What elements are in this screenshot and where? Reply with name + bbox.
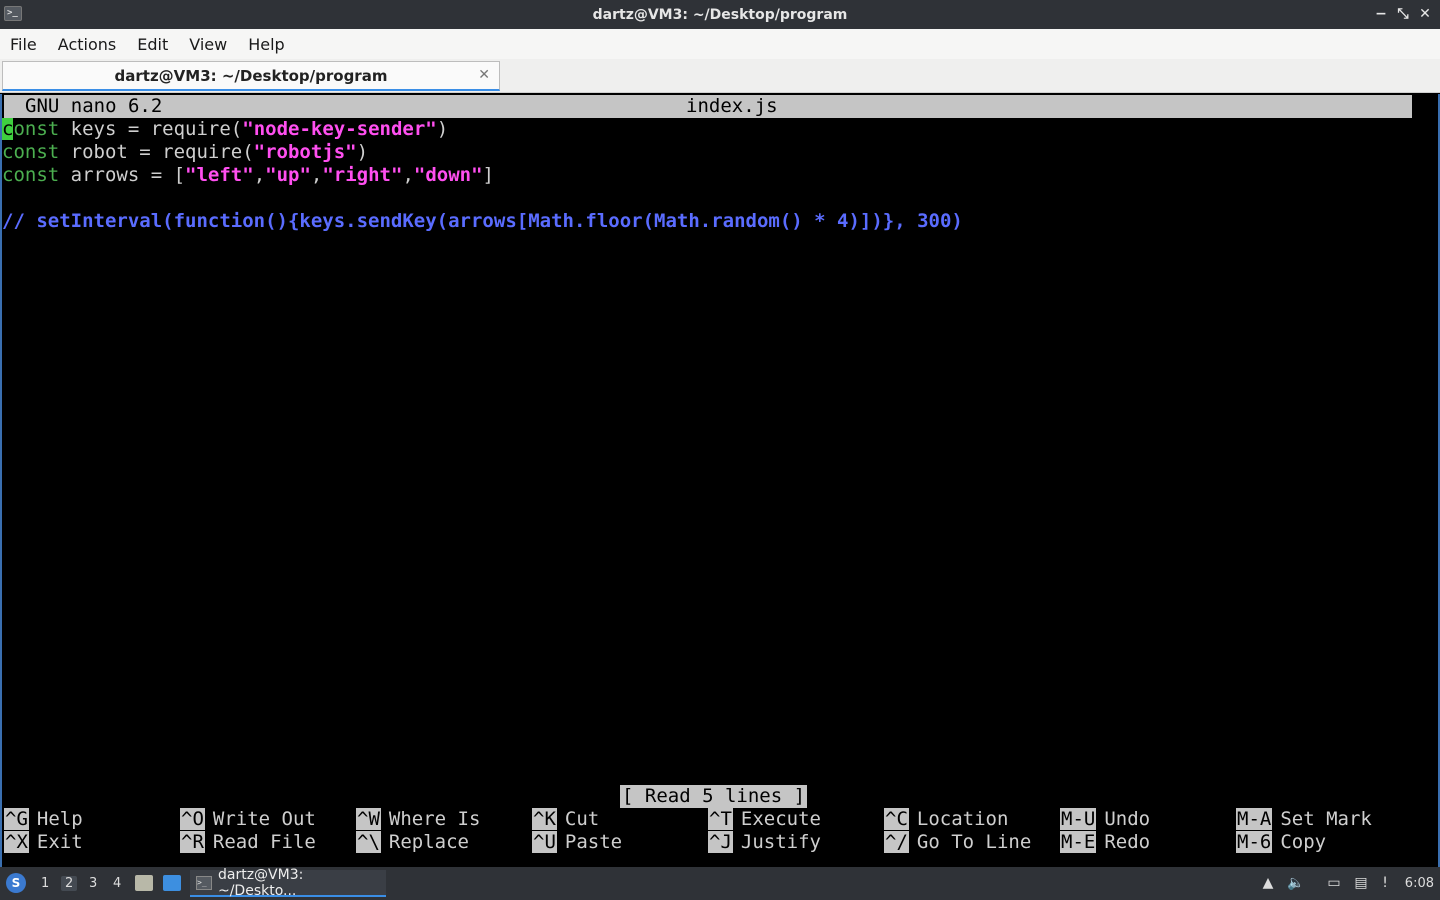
- maximize-button[interactable]: ⤡: [1396, 5, 1410, 23]
- notification-icon[interactable]: !: [1376, 875, 1394, 891]
- code-text: ): [436, 118, 449, 140]
- shortcut-execute[interactable]: ^T Execute: [708, 808, 821, 831]
- code-text: ]: [482, 164, 494, 186]
- string-literal: "down": [413, 164, 483, 186]
- menu-bar: File Actions Edit View Help: [0, 29, 1440, 59]
- nano-status-message: [ Read 5 lines ]: [620, 785, 808, 808]
- shortcut-exit[interactable]: ^X Exit: [4, 831, 83, 854]
- string-literal: "node-key-sender": [242, 118, 437, 140]
- shortcut-justify[interactable]: ^J Justify: [708, 831, 821, 854]
- window-title: dartz@VM3: ~/Desktop/program: [592, 6, 848, 23]
- terminal-icon: >_: [196, 875, 212, 890]
- string-literal: "up": [265, 164, 311, 186]
- code-line-1: const keys = require("node-key-sender"): [2, 118, 963, 141]
- shortcut-read-file[interactable]: ^R Read File: [180, 831, 316, 854]
- code-line-3: const arrows = ["left","up","right","dow…: [2, 164, 963, 187]
- keyword: const: [2, 141, 60, 163]
- menu-actions[interactable]: Actions: [58, 35, 116, 54]
- shortcut-location[interactable]: ^C Location: [884, 808, 1008, 831]
- workspace-2[interactable]: 2: [61, 876, 78, 891]
- code-text: ,: [253, 164, 266, 186]
- shortcut-help[interactable]: ^G Help: [4, 808, 83, 831]
- shortcut-write-out[interactable]: ^O Write Out: [180, 808, 316, 831]
- tray-up-arrow-icon[interactable]: ▲: [1259, 875, 1277, 891]
- task-title: dartz@VM3: ~/Deskto...: [217, 866, 304, 899]
- menu-edit[interactable]: Edit: [137, 35, 168, 54]
- text-cursor: c: [2, 118, 14, 140]
- code-text: robot = require(: [59, 141, 254, 163]
- window-controls: − ⤡ ✕: [1374, 5, 1432, 23]
- keyword: const: [2, 164, 60, 186]
- code-line-2: const robot = require("robotjs"): [2, 141, 963, 164]
- shortcut-go-to-line[interactable]: ^/Go To Line: [884, 831, 1031, 854]
- terminal-tab[interactable]: dartz@VM3: ~/Desktop/program ✕: [2, 61, 500, 91]
- editor-buffer[interactable]: const keys = require("node-key-sender") …: [2, 118, 963, 233]
- shortcut-replace[interactable]: ^\ Replace: [356, 831, 469, 854]
- terminal-app-icon: >_: [4, 6, 22, 21]
- network-icon[interactable]: ▭: [1325, 875, 1343, 891]
- menu-help[interactable]: Help: [248, 35, 284, 54]
- shortcut-where-is[interactable]: ^W Where Is: [356, 808, 480, 831]
- clock[interactable]: 6:08: [1405, 876, 1434, 891]
- nano-header: GNU nano 6.2 index.js: [4, 95, 1412, 118]
- shortcut-undo[interactable]: M-U Undo: [1060, 808, 1150, 831]
- string-literal: "robotjs": [253, 141, 357, 163]
- minimize-button[interactable]: −: [1374, 5, 1388, 23]
- keyword: onst: [13, 118, 60, 140]
- menu-file[interactable]: File: [10, 35, 37, 54]
- volume-icon[interactable]: 🔈: [1287, 875, 1305, 891]
- tab-title: dartz@VM3: ~/Desktop/program: [114, 66, 388, 85]
- close-button[interactable]: ✕: [1418, 5, 1432, 23]
- menu-view[interactable]: View: [189, 35, 227, 54]
- workspace-4[interactable]: 4: [113, 876, 121, 891]
- clipboard-icon[interactable]: ▤: [1352, 875, 1370, 891]
- workspace-1[interactable]: 1: [41, 876, 49, 891]
- window-titlebar[interactable]: >_ dartz@VM3: ~/Desktop/program − ⤡ ✕: [0, 0, 1440, 29]
- code-text: keys = require(: [59, 118, 243, 140]
- shortcut-copy[interactable]: M-6 Copy: [1236, 831, 1326, 854]
- taskbar-task-terminal[interactable]: >_ dartz@VM3: ~/Deskto...: [190, 866, 386, 899]
- terminal-view[interactable]: GNU nano 6.2 index.js const keys = requi…: [0, 94, 1440, 867]
- code-text: ,: [402, 164, 414, 186]
- show-desktop-icon[interactable]: [163, 875, 181, 891]
- string-literal: "right": [322, 164, 403, 186]
- shortcut-set-mark[interactable]: M-A Set Mark: [1236, 808, 1372, 831]
- string-literal: "left": [185, 164, 254, 186]
- nano-filename: index.js: [686, 95, 778, 117]
- tab-strip: dartz@VM3: ~/Desktop/program ✕: [0, 59, 1440, 93]
- code-text: arrows = [: [59, 164, 186, 186]
- file-manager-icon[interactable]: [135, 875, 153, 891]
- workspace-3[interactable]: 3: [89, 876, 97, 891]
- start-menu-icon[interactable]: S: [6, 873, 26, 893]
- tab-close-icon[interactable]: ✕: [478, 67, 490, 83]
- code-line-5: // setInterval(function(){keys.sendKey(a…: [2, 210, 963, 232]
- taskbar: S 1 2 3 4 >_ dartz@VM3: ~/Deskto... ▲ 🔈 …: [0, 867, 1440, 900]
- shortcut-paste[interactable]: ^U Paste: [532, 831, 622, 854]
- shortcut-redo[interactable]: M-E Redo: [1060, 831, 1150, 854]
- nano-version: GNU nano 6.2: [25, 95, 163, 117]
- code-text: ): [356, 141, 369, 163]
- nano-shortcut-bar: ^G Help ^O Write Out ^W Where Is ^K Cut ^T Ex…: [2, 808, 1438, 854]
- shortcut-cut[interactable]: ^K Cut: [532, 808, 599, 831]
- code-text: ,: [310, 164, 323, 186]
